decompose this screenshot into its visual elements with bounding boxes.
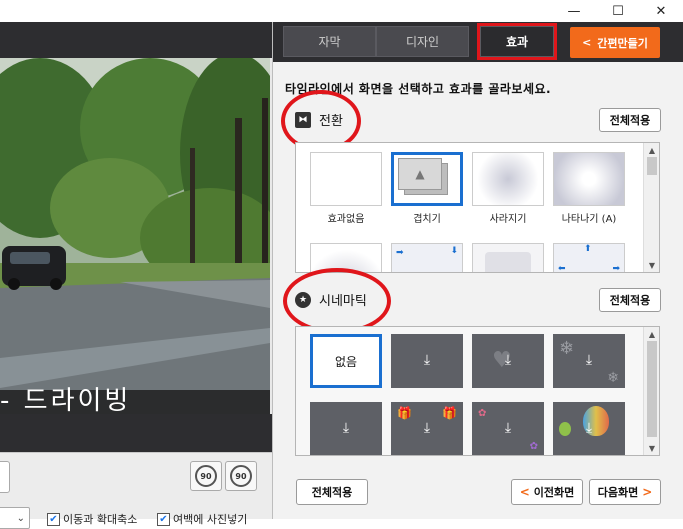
partial-button[interactable]: [0, 461, 10, 493]
scroll-down-icon[interactable]: ▼: [644, 258, 659, 272]
effects-panel: 자막 디자인 효과 < 간편만들기 타임라인에서 화면을 선택하고 효과를 골라…: [272, 22, 683, 519]
minimize-icon[interactable]: —: [552, 0, 596, 22]
page-curl-shape: [485, 252, 531, 272]
cinematic-apply-all-button[interactable]: 전체적용: [599, 288, 661, 312]
download-icon: ⤓: [423, 420, 431, 436]
snowflake-icon: ❄: [559, 338, 575, 359]
transition-scrollbar[interactable]: ▲ ▼: [643, 143, 659, 272]
fill-photo-option[interactable]: ✔ 여백에 사진넣기: [157, 511, 247, 527]
transition-thumb-row2-4[interactable]: ⬆ ⬅ ➡: [553, 243, 625, 273]
arrow-right-icon: ➡: [612, 264, 620, 273]
scroll-down-icon[interactable]: ▼: [644, 441, 659, 455]
gift-icon: 🎁: [442, 406, 457, 420]
transition-thumb-row2-2[interactable]: ➡ ⬇: [391, 243, 463, 272]
cinematic-balloon-thumb[interactable]: ⤓: [553, 402, 625, 455]
cinematic-none-label: 없음: [334, 354, 358, 369]
fill-photo-label: 여백에 사진넣기: [173, 513, 248, 526]
arrow-right-icon: ➡: [396, 248, 404, 258]
caption-text: - 드라이빙: [0, 386, 132, 414]
preview-controls: 90 90 ⌄ ✔ 이동과 확대축소 ✔ 여백에 사진넣기: [0, 452, 272, 529]
next-screen-button[interactable]: 다음화면 >: [589, 479, 661, 505]
tab-effects[interactable]: 효과: [477, 23, 557, 60]
cinematic-dots-thumb[interactable]: ⤓: [310, 402, 382, 455]
cinematic-flowers-thumb[interactable]: ✿ ✿ ⤓: [472, 402, 544, 455]
cinematic-gift-thumb[interactable]: 🎁 🎁 ⤓: [391, 402, 463, 455]
close-icon[interactable]: ✕: [639, 0, 683, 22]
flower-icon: ✿: [529, 441, 538, 452]
transition-fade-label: 사라지기: [489, 214, 527, 225]
prev-screen-button[interactable]: < 이전화면: [511, 479, 583, 505]
apply-all-label: 전체적용: [311, 486, 353, 499]
apply-all-button[interactable]: 전체적용: [296, 479, 368, 505]
download-icon: ⤓: [585, 420, 593, 436]
image-icon: ▲: [398, 158, 442, 190]
preview-bottom-bar: [0, 414, 272, 452]
scroll-up-icon[interactable]: ▲: [644, 327, 659, 341]
arrow-left-icon: ⬅: [558, 264, 566, 273]
chevron-left-icon: <: [519, 485, 530, 499]
chevron-down-icon: ⌄: [16, 512, 25, 524]
cinematic-scrollbar[interactable]: ▲ ▼: [643, 327, 659, 455]
annotation-circle-cinematic: [283, 268, 391, 334]
move-zoom-option[interactable]: ✔ 이동과 확대축소: [47, 511, 137, 527]
rotate-left-button[interactable]: 90: [190, 461, 222, 491]
cinematic-snow-thumb[interactable]: ❄ ❄ ⤓: [553, 334, 625, 388]
ratio-select[interactable]: ⌄: [0, 507, 30, 529]
cinematic-bokeh-thumb[interactable]: ⤓: [391, 334, 463, 388]
rotate-left-icon: 90: [195, 465, 217, 487]
download-icon: ⤓: [504, 352, 512, 368]
arrow-up-icon: ⬆: [584, 244, 592, 254]
transition-appear-label: 나타나기 (A): [561, 214, 617, 225]
snowflake-icon: ❄: [607, 370, 619, 386]
window-titlebar: — ☐ ✕: [0, 0, 683, 22]
rotate-right-icon: 90: [230, 465, 252, 487]
quick-make-button[interactable]: < 간편만들기: [570, 27, 660, 58]
cinematic-grid: 없음 ⤓ ♥ ⤓ ❄ ❄ ⤓ ⤓ 🎁 🎁 ⤓ ✿ ✿ ⤓ ⤓ ▲ ▼: [295, 326, 660, 456]
fill-photo-checkbox[interactable]: ✔: [157, 512, 170, 526]
cinematic-none-thumb[interactable]: 없음: [310, 334, 382, 388]
rotate-right-button[interactable]: 90: [225, 461, 257, 491]
cinematic-heart-thumb[interactable]: ♥ ⤓: [472, 334, 544, 388]
next-screen-label: 다음화면: [597, 486, 639, 499]
download-icon: ⤓: [504, 420, 512, 436]
prev-screen-label: 이전화면: [533, 486, 575, 499]
arrow-down-icon: ⬇: [450, 246, 458, 256]
cinematic-scroll-thumb[interactable]: [647, 341, 657, 437]
gift-icon: 🎁: [397, 406, 412, 420]
transition-none-label: 효과없음: [327, 214, 365, 225]
transition-scroll-thumb[interactable]: [647, 157, 657, 175]
move-zoom-checkbox[interactable]: ✔: [47, 512, 60, 526]
download-icon: ⤓: [423, 352, 431, 368]
transition-appear-thumb[interactable]: [553, 152, 625, 206]
transition-grid: ▲ 효과없음 겹치기 사라지기 나타나기 (A) ➡ ⬇ ⬆ ⬅ ➡ ▲ ▼: [295, 142, 660, 273]
scroll-up-icon[interactable]: ▲: [644, 143, 659, 157]
quick-make-label: 간편만들기: [597, 36, 648, 50]
transition-none-thumb[interactable]: [310, 152, 382, 206]
transition-thumb-row2-3[interactable]: [472, 243, 544, 272]
tab-subtitle[interactable]: 자막: [283, 26, 376, 57]
transition-apply-all-button[interactable]: 전체적용: [599, 108, 661, 132]
download-icon: ⤓: [585, 352, 593, 368]
video-frame-image: [0, 58, 270, 414]
move-zoom-label: 이동과 확대축소: [63, 513, 138, 526]
maximize-icon[interactable]: ☐: [596, 0, 640, 22]
tab-design[interactable]: 디자인: [376, 26, 469, 57]
chevron-left-icon: <: [582, 36, 592, 49]
preview-pane: - 드라이빙 90 90 ⌄ ✔ 이동과 확대축소 ✔ 여백에 사진넣기: [0, 22, 272, 529]
transition-overlap-thumb[interactable]: ▲: [391, 152, 463, 206]
flower-icon: ✿: [478, 408, 487, 419]
preview-topbar: [0, 22, 272, 58]
transition-fade-thumb[interactable]: [472, 152, 544, 206]
transition-overlap-label: 겹치기: [413, 214, 441, 225]
download-icon: ⤓: [342, 420, 350, 436]
tab-bar: 자막 디자인 효과 < 간편만들기: [273, 22, 683, 62]
balloon-icon: [559, 422, 571, 436]
chevron-right-icon: >: [642, 485, 653, 499]
video-preview[interactable]: - 드라이빙: [0, 58, 270, 414]
